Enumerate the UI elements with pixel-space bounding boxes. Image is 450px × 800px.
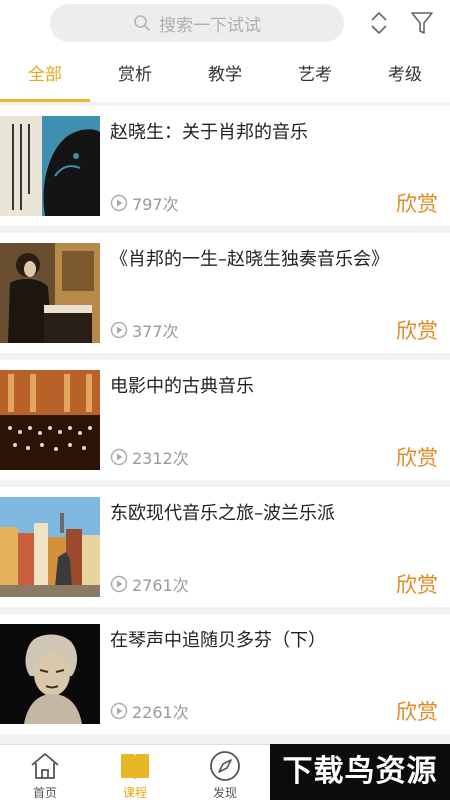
course-card[interactable]: 东欧现代音乐之旅–波兰乐派 2761次 欣赏: [0, 487, 450, 607]
course-thumbnail: [0, 243, 100, 343]
tab-all[interactable]: 全部: [0, 48, 90, 102]
appreciate-button[interactable]: 欣赏: [396, 569, 438, 599]
nav-discover-label: 发现: [212, 786, 237, 800]
play-circle-icon: [110, 321, 128, 339]
play-count: 2261次: [110, 701, 189, 722]
course-card[interactable]: 赵晓生：关于肖邦的音乐 797次 欣赏: [0, 106, 450, 226]
filter-funnel-icon[interactable]: [409, 9, 435, 37]
compass-icon: [210, 751, 240, 781]
course-card[interactable]: 《肖邦的一生–赵晓生独奏音乐会》 377次 欣赏: [0, 233, 450, 353]
nav-home[interactable]: 首页: [0, 745, 90, 800]
play-circle-icon: [110, 448, 128, 466]
search-icon: [134, 15, 150, 31]
tab-appreciation[interactable]: 赏析: [90, 48, 180, 102]
sort-updown-icon[interactable]: [366, 9, 392, 37]
course-thumbnail: [0, 624, 100, 724]
top-bar: 搜索一下试试: [0, 0, 450, 48]
nav-discover[interactable]: 发现: [180, 745, 270, 800]
appreciate-button[interactable]: 欣赏: [396, 442, 438, 472]
play-count-text: 797次: [132, 195, 179, 214]
course-title: 在琴声中追随贝多芬（下）: [110, 630, 326, 651]
course-title: 《肖邦的一生–赵晓生独奏音乐会》: [110, 249, 389, 270]
home-icon: [31, 753, 59, 779]
course-thumbnail: [0, 116, 100, 216]
course-title: 电影中的古典音乐: [110, 376, 254, 397]
nav-home-label: 首页: [32, 786, 57, 800]
course-thumbnail: [0, 370, 100, 470]
play-circle-icon: [110, 702, 128, 720]
course-card[interactable]: 在琴声中追随贝多芬（下） 2261次 欣赏: [0, 614, 450, 734]
play-count-text: 377次: [132, 322, 179, 341]
play-circle-icon: [110, 194, 128, 212]
play-count: 797次: [110, 193, 179, 214]
play-count-text: 2761次: [132, 576, 189, 595]
category-tabs: 全部 赏析 教学 艺考 考级: [0, 48, 450, 102]
search-placeholder: 搜索一下试试: [159, 15, 261, 36]
active-tab-indicator: [0, 99, 90, 102]
appreciate-button[interactable]: 欣赏: [396, 696, 438, 726]
play-count-text: 2261次: [132, 703, 189, 722]
play-count-text: 2312次: [132, 449, 189, 468]
nav-courses-label: 课程: [122, 786, 147, 800]
course-title: 东欧现代音乐之旅–波兰乐派: [110, 503, 335, 524]
course-thumbnail: [0, 497, 100, 597]
book-icon: [121, 754, 149, 780]
watermark-logo: 下载鸟资源: [270, 744, 450, 800]
appreciate-button[interactable]: 欣赏: [396, 315, 438, 345]
tab-grade-exam[interactable]: 考级: [360, 48, 450, 102]
tab-art-exam[interactable]: 艺考: [270, 48, 360, 102]
tab-teaching[interactable]: 教学: [180, 48, 270, 102]
course-card[interactable]: 电影中的古典音乐 2312次 欣赏: [0, 360, 450, 480]
play-count: 2312次: [110, 447, 189, 468]
appreciate-button[interactable]: 欣赏: [396, 188, 438, 218]
nav-courses[interactable]: 课程: [90, 745, 180, 800]
play-circle-icon: [110, 575, 128, 593]
play-count: 2761次: [110, 574, 189, 595]
search-input[interactable]: 搜索一下试试: [50, 4, 344, 42]
course-title: 赵晓生：关于肖邦的音乐: [110, 122, 308, 143]
play-count: 377次: [110, 320, 179, 341]
